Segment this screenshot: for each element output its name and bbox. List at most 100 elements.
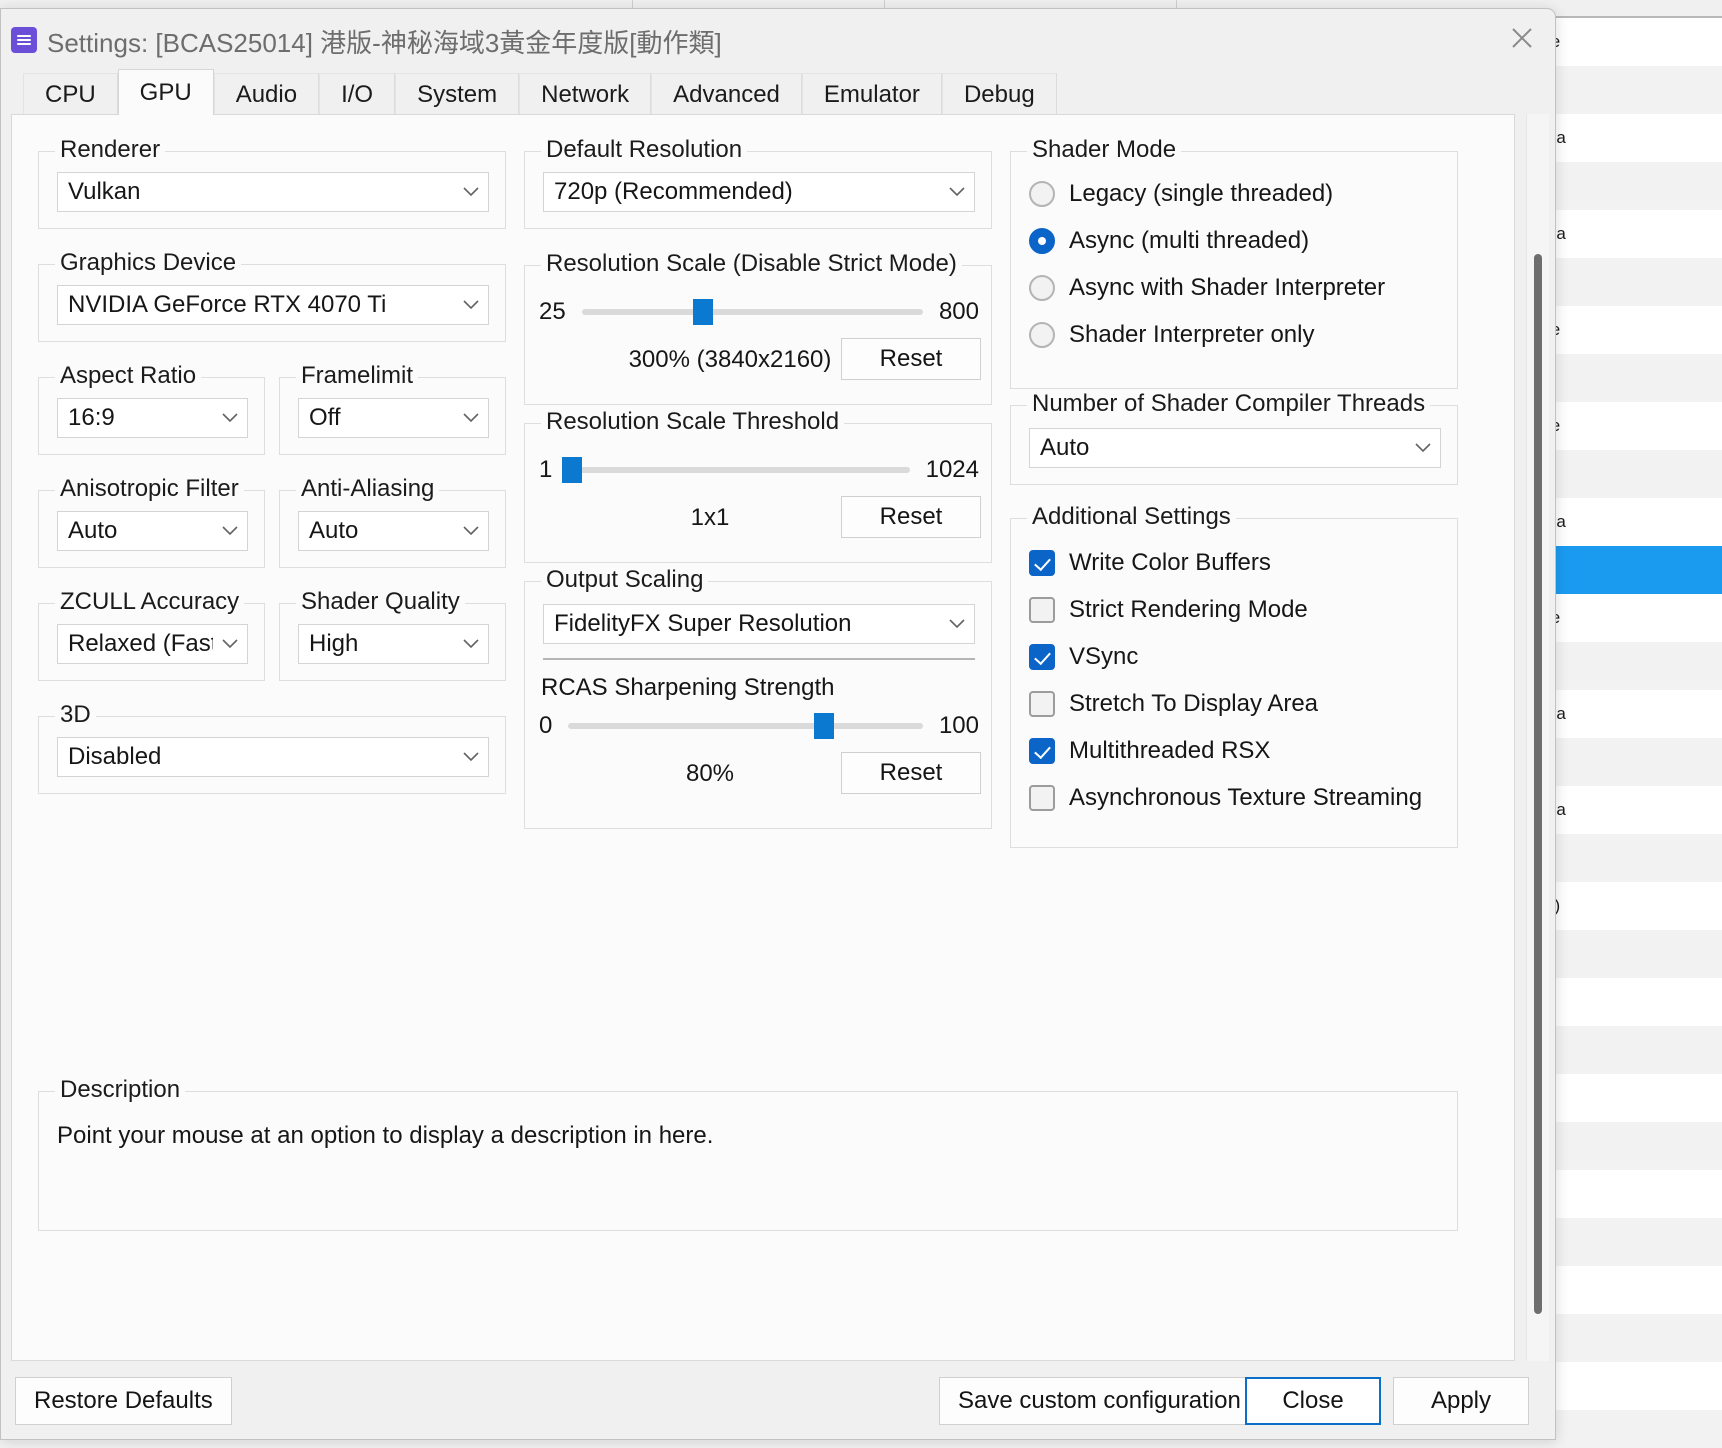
list-item[interactable]: ) a — [1542, 786, 1722, 834]
renderer-combobox[interactable]: Vulkan — [57, 172, 489, 212]
background-game-list[interactable]: te ;) ) a ) ) a ) te ;) te ;) ) a ) te ;… — [1542, 18, 1722, 1448]
tab-io[interactable]: I/O — [319, 73, 396, 115]
settings-scrollbar[interactable] — [1526, 114, 1549, 1361]
list-item[interactable]: ;) — [1542, 450, 1722, 498]
radio-label: Legacy (single threaded) — [1069, 180, 1334, 207]
tab-gpu[interactable]: GPU — [117, 69, 214, 115]
close-icon[interactable] — [1499, 17, 1545, 59]
checkbox-icon-checked[interactable] — [1029, 644, 1055, 670]
resolution-scale-slider[interactable] — [581, 299, 923, 325]
list-item[interactable]: ;) — [1542, 642, 1722, 690]
close-button[interactable]: Close — [1245, 1377, 1381, 1425]
anti-aliasing-group-label: Anti-Aliasing — [296, 475, 440, 503]
3d-value: Disabled — [68, 743, 162, 770]
resolution-scale-reset-button[interactable]: Reset — [841, 338, 981, 380]
checkbox-stretch-to-display-area[interactable]: Stretch To Display Area — [1029, 690, 1318, 718]
checkbox-write-color-buffers[interactable]: Write Color Buffers — [1029, 549, 1271, 577]
rcas-reset-button[interactable]: Reset — [841, 752, 981, 794]
rcas-value: 80% — [685, 760, 735, 787]
rcas-slider[interactable] — [568, 713, 923, 739]
slider-handle[interactable] — [561, 457, 582, 483]
checkbox-asynchronous-texture-streaming[interactable]: Asynchronous Texture Streaming — [1029, 784, 1422, 812]
radio-icon-selected[interactable] — [1029, 228, 1055, 254]
tab-advanced[interactable]: Advanced — [651, 73, 802, 115]
list-item[interactable] — [1542, 1218, 1722, 1266]
list-item[interactable]: ) — [1542, 258, 1722, 306]
checkbox-strict-rendering-mode[interactable]: Strict Rendering Mode — [1029, 596, 1308, 624]
description-text: Point your mouse at an option to display… — [57, 1122, 714, 1149]
list-item[interactable]: te — [1542, 594, 1722, 642]
list-item[interactable]: s) — [1542, 882, 1722, 930]
default-resolution-combobox[interactable]: 720p (Recommended) — [543, 172, 975, 212]
list-item[interactable]: ;) — [1542, 66, 1722, 114]
list-item[interactable]: ) — [1542, 162, 1722, 210]
list-item[interactable]: ) — [1542, 738, 1722, 786]
list-item[interactable] — [1542, 1362, 1722, 1410]
checkbox-vsync[interactable]: VSync — [1029, 643, 1138, 671]
checkbox-icon-checked[interactable] — [1029, 738, 1055, 764]
radio-icon[interactable] — [1029, 275, 1055, 301]
list-item[interactable] — [1542, 1170, 1722, 1218]
tab-cpu[interactable]: CPU — [23, 73, 118, 115]
output-scaling-combobox[interactable]: FidelityFX Super Resolution — [543, 604, 975, 644]
list-item[interactable]: ) a — [1542, 114, 1722, 162]
radio-async-multi-threaded[interactable]: Async (multi threaded) — [1029, 227, 1309, 255]
slider-handle[interactable] — [813, 713, 834, 739]
radio-shader-interpreter-only[interactable]: Shader Interpreter only — [1029, 321, 1314, 349]
radio-icon[interactable] — [1029, 322, 1055, 348]
zcull-accuracy-combobox[interactable]: Relaxed (Faste — [57, 624, 248, 664]
list-item[interactable]: ;) — [1542, 354, 1722, 402]
tab-network[interactable]: Network — [519, 73, 652, 115]
list-item[interactable] — [1542, 1122, 1722, 1170]
tab-audio[interactable]: Audio — [213, 73, 320, 115]
tab-debug[interactable]: Debug — [941, 73, 1057, 115]
radio-legacy-single-threaded[interactable]: Legacy (single threaded) — [1029, 180, 1333, 208]
anisotropic-filter-combobox[interactable]: Auto — [57, 511, 248, 551]
tab-emulator[interactable]: Emulator — [801, 73, 942, 115]
list-item-selected[interactable]: ) — [1542, 546, 1722, 594]
list-item[interactable] — [1542, 1074, 1722, 1122]
anti-aliasing-combobox[interactable]: Auto — [298, 511, 489, 551]
list-item[interactable]: ) — [1542, 930, 1722, 978]
threshold-max: 1024 — [925, 456, 979, 483]
apply-button[interactable]: Apply — [1393, 1377, 1529, 1425]
resolution-scale-max: 800 — [938, 298, 979, 325]
list-item[interactable]: te — [1542, 306, 1722, 354]
checkbox-icon[interactable] — [1029, 691, 1055, 717]
chevron-down-icon — [940, 187, 974, 197]
save-custom-configuration-button[interactable]: Save custom configuration — [939, 1377, 1260, 1425]
slider-handle[interactable] — [692, 299, 713, 325]
radio-icon[interactable] — [1029, 181, 1055, 207]
list-item[interactable] — [1542, 1266, 1722, 1314]
list-item[interactable] — [1542, 1314, 1722, 1362]
graphics-device-combobox[interactable]: NVIDIA GeForce RTX 4070 Ti — [57, 285, 489, 325]
scrollbar-thumb[interactable] — [1534, 254, 1542, 1314]
framelimit-combobox[interactable]: Off — [298, 398, 489, 438]
3d-group-label: 3D — [55, 701, 96, 729]
slider-track — [581, 309, 923, 315]
list-item[interactable]: te — [1542, 18, 1722, 66]
list-item[interactable]: te — [1542, 402, 1722, 450]
tab-system[interactable]: System — [395, 73, 520, 115]
shader-compiler-threads-value: Auto — [1040, 434, 1090, 461]
checkbox-icon-checked[interactable] — [1029, 550, 1055, 576]
list-item[interactable]: ) a — [1542, 690, 1722, 738]
threshold-reset-button[interactable]: Reset — [841, 496, 981, 538]
shader-quality-combobox[interactable]: High — [298, 624, 489, 664]
threshold-slider[interactable] — [561, 457, 910, 483]
radio-label: Async with Shader Interpreter — [1069, 274, 1386, 301]
shader-compiler-threads-combobox[interactable]: Auto — [1029, 428, 1441, 468]
list-item[interactable] — [1542, 978, 1722, 1026]
aspect-ratio-combobox[interactable]: 16:9 — [57, 398, 248, 438]
list-item[interactable] — [1542, 1410, 1722, 1448]
checkbox-icon[interactable] — [1029, 785, 1055, 811]
radio-async-with-shader-interpreter[interactable]: Async with Shader Interpreter — [1029, 274, 1385, 302]
checkbox-multithreaded-rsx[interactable]: Multithreaded RSX — [1029, 737, 1270, 765]
checkbox-icon[interactable] — [1029, 597, 1055, 623]
restore-defaults-button[interactable]: Restore Defaults — [15, 1377, 232, 1425]
list-item[interactable]: ) a — [1542, 210, 1722, 258]
list-item[interactable]: ) — [1542, 834, 1722, 882]
list-item[interactable]: ) a — [1542, 498, 1722, 546]
3d-combobox[interactable]: Disabled — [57, 737, 489, 777]
list-item[interactable] — [1542, 1026, 1722, 1074]
